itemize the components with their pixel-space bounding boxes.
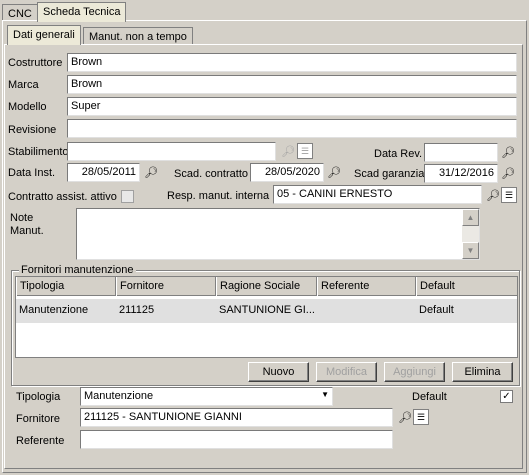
data-inst-label: Data Inst. (8, 167, 56, 179)
check-icon: ✓ (502, 391, 511, 402)
scroll-down-icon[interactable]: ▼ (462, 242, 479, 259)
scad-garanzia-binoculars-icon[interactable]: 🔎︎ (500, 165, 516, 181)
fornitori-title: Fornitori manutenzione (19, 264, 136, 276)
data-rev-field[interactable] (424, 143, 498, 162)
resp-manut-binoculars-icon[interactable]: 🔎︎ (485, 187, 501, 203)
col-fornitore[interactable]: Fornitore (116, 277, 216, 296)
row-fornitore: 211125 (119, 304, 155, 316)
tipologia-select[interactable]: Manutenzione ▼ (80, 387, 333, 406)
costruttore-label: Costruttore (8, 57, 63, 69)
default-checkbox[interactable]: ✓ (500, 390, 513, 403)
modello-field[interactable]: Super (67, 97, 517, 116)
revisione-label: Revisione (8, 124, 57, 136)
fornitore-binoculars-icon[interactable]: 🔎︎ (397, 409, 413, 425)
contratto-checkbox[interactable] (121, 190, 134, 203)
resp-manut-label: Resp. manut. interna (167, 190, 270, 202)
referente-label: Referente (16, 435, 65, 447)
resp-manut-field[interactable]: 05 - CANINI ERNESTO (273, 185, 482, 204)
tab-dati-generali[interactable]: Dati generali (7, 25, 81, 45)
stabilimento-label: Stabilimento (8, 146, 69, 158)
costruttore-field[interactable]: Brown (67, 53, 517, 72)
marca-field[interactable]: Brown (67, 75, 517, 94)
scad-contratto-label: Scad. contratto (174, 168, 248, 180)
tipologia-select-value: Manutenzione (84, 390, 154, 402)
fornitori-table-header: Tipologia Fornitore Ragione Sociale Refe… (16, 277, 518, 296)
marca-label: Marca (8, 79, 39, 91)
row-ragione-sociale: SANTUNIONE GI... (219, 304, 315, 316)
data-rev-label: Data Rev. (374, 148, 423, 160)
resp-manut-document-icon[interactable]: ☰ (501, 187, 517, 203)
fornitore-label: Fornitore (16, 413, 61, 425)
scad-contratto-field[interactable]: 28/05/2020 (250, 163, 324, 182)
col-default[interactable]: Default (416, 277, 518, 296)
fornitori-table[interactable]: Tipologia Fornitore Ragione Sociale Refe… (15, 276, 518, 358)
col-ragione-sociale[interactable]: Ragione Sociale (216, 277, 317, 296)
tipologia-label: Tipologia (16, 391, 61, 403)
default-label: Default (412, 391, 447, 403)
elimina-button[interactable]: Elimina (452, 362, 513, 382)
revisione-field[interactable] (67, 119, 517, 138)
row-tipologia: Manutenzione (19, 304, 89, 316)
nuovo-button[interactable]: Nuovo (248, 362, 309, 382)
scad-contratto-binoculars-icon[interactable]: 🔎︎ (326, 164, 342, 180)
manut-label: Manut. (10, 225, 44, 237)
scad-garanzia-label: Scad garanzia (354, 168, 425, 180)
scad-garanzia-field[interactable]: 31/12/2016 (424, 164, 498, 183)
table-row[interactable]: Manutenzione 211125 SANTUNIONE GI... Def… (16, 299, 517, 323)
col-referente[interactable]: Referente (317, 277, 416, 296)
scroll-up-icon[interactable]: ▲ (462, 209, 479, 226)
col-tipologia[interactable]: Tipologia (16, 277, 116, 296)
data-rev-binoculars-icon[interactable]: 🔎︎ (500, 144, 516, 160)
referente-field[interactable] (80, 430, 393, 449)
data-inst-field[interactable]: 28/05/2011 (67, 163, 140, 182)
note-manut-textarea[interactable]: ▲ ▼ (76, 208, 480, 260)
note-manut-scrollbar[interactable]: ▲ ▼ (462, 209, 479, 259)
stabilimento-binoculars-icon[interactable]: 🔎︎ (280, 143, 296, 159)
contratto-label: Contratto assist. attivo (8, 191, 117, 203)
fornitore-field[interactable]: 211125 - SANTUNIONE GIANNI (80, 408, 393, 427)
data-inst-binoculars-icon[interactable]: 🔎︎ (143, 164, 159, 180)
note-label: Note (10, 212, 34, 224)
modello-label: Modello (8, 101, 47, 113)
fornitore-document-icon[interactable]: ☰ (413, 409, 429, 425)
aggiungi-button[interactable]: Aggiungi (384, 362, 445, 382)
row-default: Default (419, 304, 454, 316)
stabilimento-document-icon[interactable]: ☰ (297, 143, 313, 159)
tab-scheda-tecnica[interactable]: Scheda Tecnica (37, 2, 127, 22)
tab-manut-non-a-tempo[interactable]: Manut. non a tempo (83, 27, 193, 45)
modifica-button[interactable]: Modifica (316, 362, 377, 382)
chevron-down-icon: ▼ (321, 390, 329, 399)
stabilimento-field[interactable] (67, 142, 276, 161)
